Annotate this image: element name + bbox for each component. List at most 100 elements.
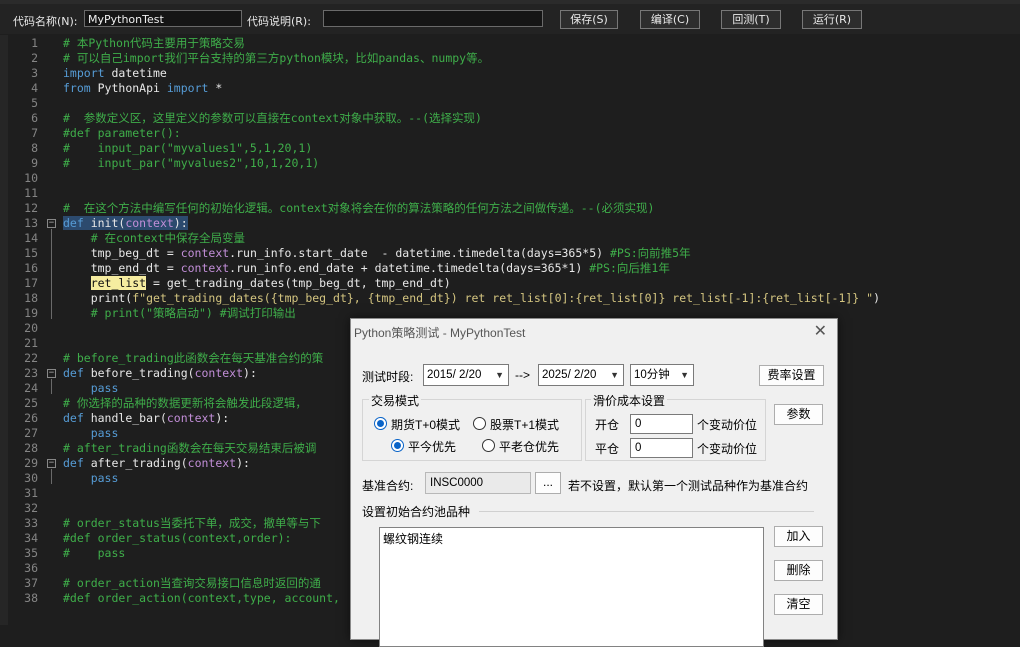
line-number: 30: [24, 471, 38, 485]
code-line[interactable]: 12 # 在这个方法中编写任何的初始化逻辑。context对象将会在你的算法策略的…: [0, 201, 1020, 216]
fold-guide: [51, 469, 52, 484]
line-number: 14: [24, 231, 38, 245]
code-line[interactable]: 11: [0, 186, 1020, 201]
contract-pool-list[interactable]: 螺纹钢连续: [379, 527, 764, 647]
line-number: 11: [24, 186, 38, 200]
dialog-title: Python策略测试 - MyPythonTest: [354, 326, 526, 340]
code-text: tmp_beg_dt = context.run_info.start_date…: [63, 246, 691, 260]
code-line[interactable]: 10: [0, 171, 1020, 186]
code-line[interactable]: 8 # input_par("myvalues1",5,1,20,1): [0, 141, 1020, 156]
contract-pool-label: 设置初始合约池品种: [362, 505, 471, 519]
list-item[interactable]: 螺纹钢连续: [383, 530, 443, 547]
code-line[interactable]: 14 # 在context中保存全局变量: [0, 231, 1020, 246]
benchmark-label: 基准合约:: [362, 479, 414, 493]
code-line[interactable]: 16 tmp_end_dt = context.run_info.end_dat…: [0, 261, 1020, 276]
code-text: # 你选择的品种的数据更新将会触发此段逻辑，: [63, 396, 307, 410]
code-text: print(f"get_trading_dates({tmp_beg_dt}, …: [63, 291, 881, 305]
add-button[interactable]: 加入: [774, 526, 823, 547]
code-text: # order_status当委托下单，成交，撤单等与下: [63, 516, 321, 530]
code-text: ret_list = get_trading_dates(tmp_beg_dt,…: [90, 276, 451, 290]
fold-toggle-icon[interactable]: −: [47, 219, 56, 228]
stock-mode-label: 股票T+1模式: [490, 418, 560, 432]
line-number: 16: [24, 261, 38, 275]
stock-mode-radio[interactable]: [473, 417, 486, 430]
code-text: # 参数定义区，这里定义的参数可以直接在context对象中获取。--(选择实现…: [63, 111, 482, 125]
parameters-button[interactable]: 参数: [774, 404, 823, 425]
code-line[interactable]: 7 #def parameter():: [0, 126, 1020, 141]
fold-guide: [51, 229, 52, 319]
interval-select[interactable]: 10分钟 ▼: [630, 364, 694, 386]
contract-pool-separator: [479, 511, 814, 512]
strategy-test-dialog: Python策略测试 - MyPythonTest ✕ 测试时段: 2015/ …: [350, 318, 838, 647]
line-number: 23: [24, 366, 38, 380]
code-line[interactable]: 18 print(f"get_trading_dates({tmp_beg_dt…: [0, 291, 1020, 306]
compile-button[interactable]: 编译(C): [640, 10, 700, 29]
editor-toolbar: 代码名称(N): MyPythonTest 代码说明(R): 保存(S) 编译(…: [0, 4, 1020, 34]
code-text: def handle_bar(context):: [63, 411, 230, 425]
line-number: 8: [31, 141, 38, 155]
dialog-titlebar: Python策略测试 - MyPythonTest ✕: [351, 319, 837, 343]
close-today-first-radio[interactable]: [391, 439, 404, 452]
line-number: 22: [24, 351, 38, 365]
code-line[interactable]: 3 import datetime: [0, 66, 1020, 81]
fold-toggle-icon[interactable]: −: [47, 369, 56, 378]
code-line[interactable]: 1 # 本Python代码主要用于策略交易: [0, 36, 1020, 51]
line-number: 38: [24, 591, 38, 605]
line-number: 35: [24, 546, 38, 560]
line-number: 28: [24, 441, 38, 455]
line-number: 13: [24, 216, 38, 230]
fee-settings-button[interactable]: 费率设置: [759, 365, 824, 386]
clear-button[interactable]: 清空: [774, 594, 823, 615]
open-label: 开仓: [595, 418, 620, 432]
line-number: 17: [24, 276, 38, 290]
backtest-button[interactable]: 回测(T): [721, 10, 781, 29]
code-text: # 在这个方法中编写任何的初始化逻辑。context对象将会在你的算法策略的任何…: [63, 201, 655, 215]
fold-toggle-icon[interactable]: −: [47, 459, 56, 468]
open-slippage-input[interactable]: 0: [630, 414, 693, 434]
code-text: #def order_action(context,type, account,: [63, 591, 340, 605]
code-text: # 可以自己import我们平台支持的第三方python模块，比如pandas、…: [63, 51, 490, 65]
code-line[interactable]: 9 # input_par("myvalues2",10,1,20,1): [0, 156, 1020, 171]
code-line[interactable]: 6 # 参数定义区，这里定义的参数可以直接在context对象中获取。--(选择实…: [0, 111, 1020, 126]
code-line[interactable]: 17 ret_list = get_trading_dates(tmp_beg_…: [0, 276, 1020, 291]
close-slippage-input[interactable]: 0: [630, 438, 693, 458]
code-line[interactable]: 2 # 可以自己import我们平台支持的第三方python模块，比如pandas…: [0, 51, 1020, 66]
code-line[interactable]: 5: [0, 96, 1020, 111]
benchmark-input[interactable]: INSC0000: [425, 472, 531, 494]
close-old-first-radio[interactable]: [482, 439, 495, 452]
code-text: # 本Python代码主要用于策略交易: [63, 36, 245, 50]
code-text: def after_trading(context):: [63, 456, 250, 470]
code-desc-input[interactable]: [323, 10, 543, 27]
line-number: 36: [24, 561, 38, 575]
code-text: def before_trading(context):: [63, 366, 257, 380]
code-text: # print("策略启动") #调试打印输出: [63, 306, 296, 320]
start-date-picker[interactable]: 2015/ 2/20 ▼: [423, 364, 509, 386]
close-icon[interactable]: ✕: [814, 321, 827, 341]
delete-button[interactable]: 删除: [774, 560, 823, 581]
code-text: pass: [90, 381, 119, 395]
slippage-title: 滑价成本设置: [591, 392, 668, 409]
save-button[interactable]: 保存(S): [560, 10, 618, 29]
code-line[interactable]: 13 def init(context): −: [0, 216, 1020, 231]
close-today-first-label: 平今优先: [408, 440, 457, 454]
line-number: 26: [24, 411, 38, 425]
line-number: 3: [31, 66, 38, 80]
browse-button[interactable]: ...: [535, 472, 561, 494]
line-number: 34: [24, 531, 38, 545]
run-button[interactable]: 运行(R): [802, 10, 862, 29]
futures-mode-radio[interactable]: [374, 417, 387, 430]
code-text: tmp_end_dt = context.run_info.end_date +…: [63, 261, 670, 275]
code-text: # order_action当查询交易接口信息时返回的通: [63, 576, 321, 590]
start-date-value: 2015/ 2/20: [427, 369, 482, 381]
line-number: 5: [31, 96, 38, 110]
line-number: 20: [24, 321, 38, 335]
code-text: # input_par("myvalues1",5,1,20,1): [63, 141, 313, 155]
code-line[interactable]: 4 from PythonApi import *: [0, 81, 1020, 96]
close-old-first-label: 平老仓优先: [499, 440, 560, 454]
chevron-down-icon: ▼: [610, 370, 619, 380]
code-name-input[interactable]: MyPythonTest: [84, 10, 242, 27]
code-line[interactable]: 15 tmp_beg_dt = context.run_info.start_d…: [0, 246, 1020, 261]
end-date-picker[interactable]: 2025/ 2/20 ▼: [538, 364, 624, 386]
line-number: 29: [24, 456, 38, 470]
code-text: # pass: [63, 546, 126, 560]
